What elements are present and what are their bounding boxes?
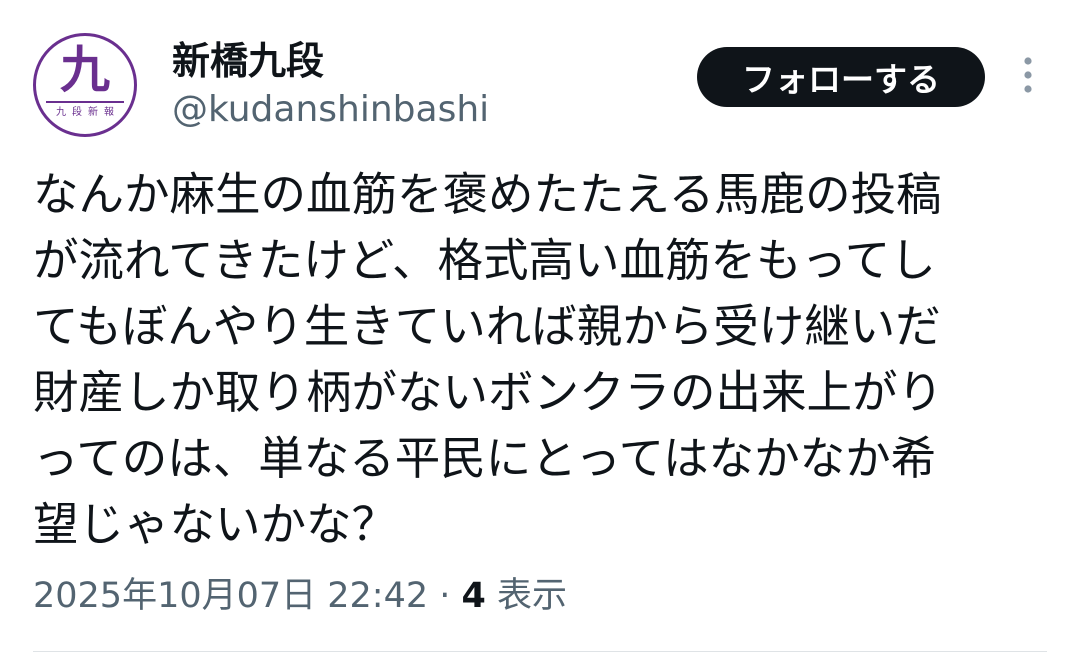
display-name[interactable]: 新橋九段	[172, 38, 324, 84]
avatar-logo-rule	[46, 101, 124, 103]
views-label: 表示	[485, 576, 568, 616]
tweet-text: なんか麻生の血筋を褒めたたえる馬鹿の投稿 が流れてきたけど、格式高い血筋をもって…	[33, 168, 944, 551]
more-options-button[interactable]	[1010, 54, 1046, 100]
avatar-logo-subtext: 九段新報	[56, 107, 120, 118]
views-count: 4	[461, 576, 486, 616]
tweet-timestamp[interactable]: 2025年10月07日 22:42	[33, 576, 428, 616]
user-handle[interactable]: @kudanshinbashi	[172, 88, 489, 132]
avatar[interactable]: 九 九段新報	[33, 33, 137, 137]
more-vertical-icon	[1023, 55, 1033, 99]
avatar-logo-kanji: 九	[60, 40, 110, 99]
meta-separator: ·	[428, 576, 462, 616]
tweet-card: 九 九段新報 新橋九段 @kudanshinbashi フォローする なんか麻生…	[0, 0, 1080, 657]
follow-button[interactable]: フォローする	[697, 47, 985, 107]
tweet-meta: 2025年10月07日 22:42 · 4 表示	[33, 573, 567, 619]
divider	[33, 651, 1047, 652]
